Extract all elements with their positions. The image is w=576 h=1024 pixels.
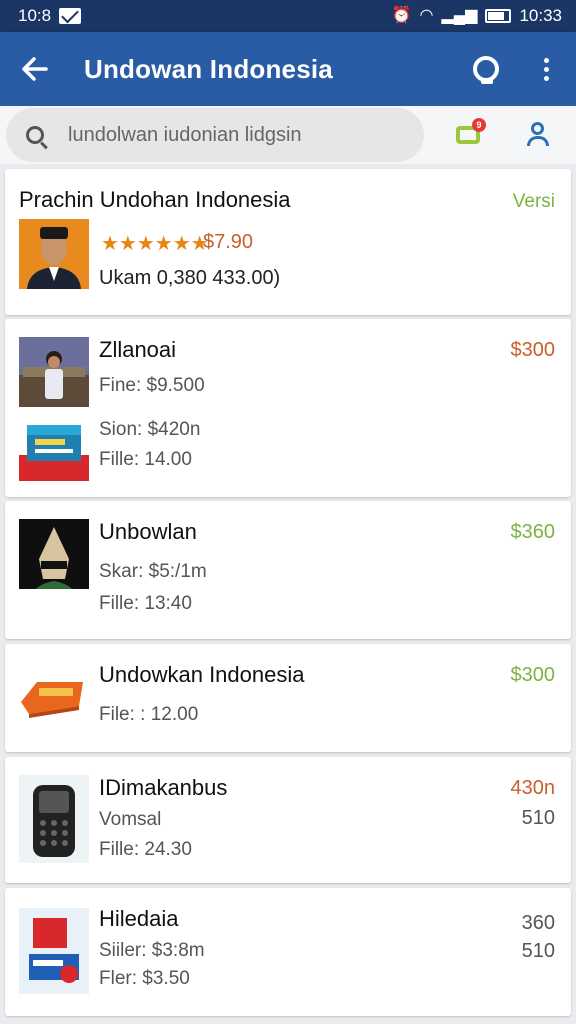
item-price: $300 [510, 339, 556, 361]
item-title: Zllanoai [99, 337, 177, 362]
search-icon [26, 126, 44, 144]
item-thumbnail [19, 519, 89, 589]
item-thumbnail [19, 337, 89, 407]
item-detail: Siiler: $3:8m [99, 940, 205, 961]
list-item[interactable]: IDimakanbus 430n 510 Vomsal Fille: 24.30 [5, 757, 571, 883]
item-thumbnail [19, 219, 89, 289]
search-input[interactable] [68, 123, 388, 147]
wifi-icon: ◠ [419, 7, 434, 24]
person-photo-icon [19, 337, 89, 407]
search-bar[interactable] [6, 108, 424, 162]
search-row: 9 [0, 106, 576, 164]
more-vert-icon [543, 57, 549, 81]
item-detail: Sion: $420n [99, 419, 201, 440]
item-price-secondary: 510 [521, 940, 555, 962]
item-detail: Fille: 14.00 [99, 449, 192, 470]
item-detail: Skar: $5:/1m [99, 561, 207, 582]
search-action-button[interactable] [456, 32, 516, 106]
item-title: Hiledaia [99, 906, 179, 931]
phone-device-icon [19, 775, 89, 863]
alarm-icon: ⏰ [391, 7, 412, 24]
item-title: IDimakanbus [99, 775, 228, 800]
item-detail: Fille: 13:40 [99, 593, 192, 614]
item-price: $7.90 [203, 231, 254, 253]
item-detail: Fine: $9.500 [99, 375, 205, 396]
item-thumbnail [19, 908, 89, 994]
product-package-icon [19, 908, 89, 994]
item-detail: Vomsal [99, 809, 162, 830]
list-item[interactable]: Undowkan Indonesia $300 File: : 12.00 [5, 644, 571, 752]
status-time: 10:8 [18, 6, 52, 25]
signal-icon: ▂▄▆ [441, 7, 478, 24]
item-thumbnail [19, 775, 89, 863]
item-title: Undowkan Indonesia [99, 662, 305, 687]
overflow-menu-button[interactable] [516, 32, 576, 106]
item-thumbnail [19, 411, 89, 481]
product-bar-icon [17, 666, 87, 726]
item-thumbnail [17, 666, 87, 736]
status-clock: 10:33 [519, 6, 562, 25]
app-title: Undowan Indonesia [84, 53, 333, 84]
item-price: $360 [510, 521, 556, 543]
item-detail: File: : 12.00 [99, 704, 199, 725]
item-price: 430n [510, 777, 556, 799]
list-item[interactable]: Prachin Undohan Indonesia Versi ★★★★★★ $… [5, 169, 571, 315]
profile-button[interactable] [522, 118, 554, 150]
mail-notification-icon [59, 8, 82, 24]
item-badge: Versi [512, 191, 555, 212]
status-bar: 10:8 ⏰ ◠ ▂▄▆ 10:33 [0, 0, 576, 32]
item-price: $300 [510, 664, 556, 686]
rating-stars: ★★★★★★ [101, 233, 209, 255]
item-detail: Fler: $3.50 [99, 968, 190, 989]
ring-search-icon [473, 56, 499, 84]
notification-badge: 9 [472, 118, 486, 132]
messages-button[interactable]: 9 [452, 118, 486, 150]
back-button[interactable] [0, 32, 70, 106]
user-icon [531, 122, 544, 135]
app-bar: Undowan Indonesia [0, 32, 576, 106]
back-arrow-icon [22, 57, 48, 81]
item-detail: Ukam 0,380 433.00) [99, 267, 281, 289]
list-item[interactable]: Unbowlan $360 Skar: $5:/1m Fille: 13:40 [5, 501, 571, 639]
item-price-secondary: 510 [521, 807, 555, 829]
person-avatar-icon [19, 219, 89, 289]
product-box-icon [19, 411, 89, 481]
battery-icon [485, 9, 512, 23]
item-price: 360 [521, 912, 555, 934]
list-item[interactable]: Zllanoai $300 Fine: $9.500 Sion: $420n F… [5, 319, 571, 497]
item-title: Unbowlan [99, 519, 197, 544]
person-portrait-icon [19, 519, 89, 589]
list-item[interactable]: Hiledaia 360 510 Siiler: $3:8m Fler: $3.… [5, 888, 571, 1016]
item-detail: Fille: 24.30 [99, 839, 192, 860]
item-title: Prachin Undohan Indonesia [19, 187, 291, 212]
